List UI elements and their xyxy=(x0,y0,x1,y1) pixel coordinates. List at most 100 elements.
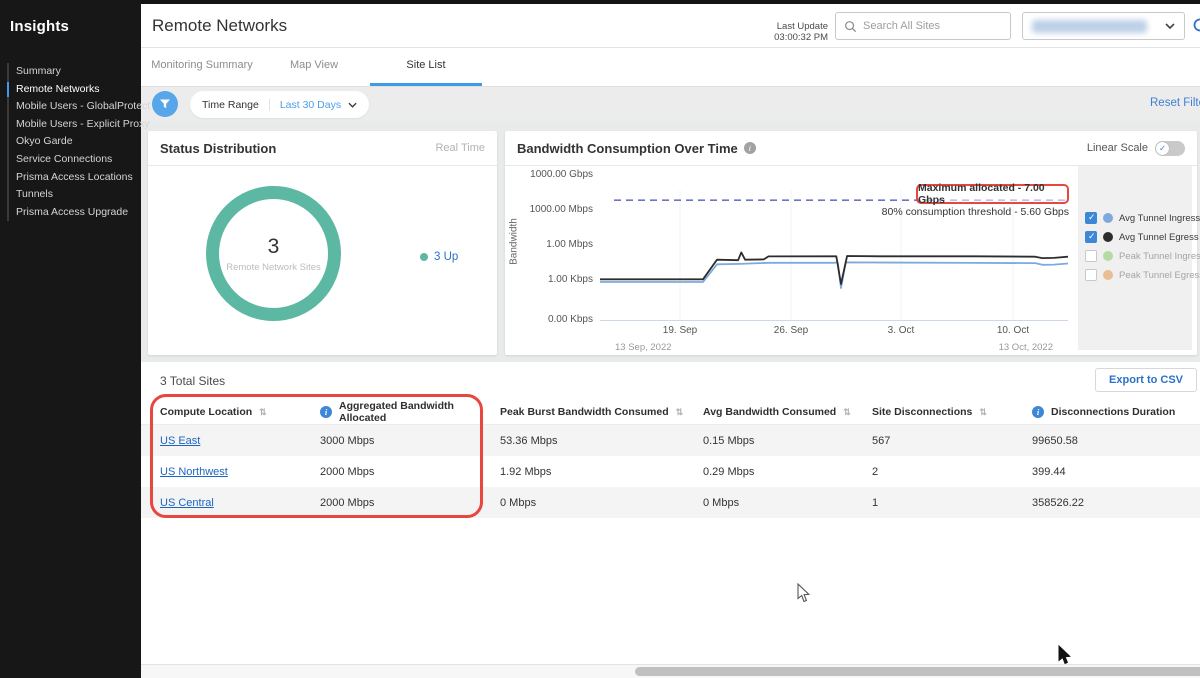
sidebar-item-service-connections[interactable]: Service Connections xyxy=(9,151,141,169)
cell-disconnections: 1 xyxy=(872,497,1032,509)
tab-monitoring-summary[interactable]: Monitoring Summary xyxy=(146,48,258,86)
status-card-title: Status Distribution xyxy=(160,141,276,156)
chart-legend: Avg Tunnel Ingress Avg Tunnel Egress Pea… xyxy=(1078,166,1192,350)
sidebar: Insights Summary Remote Networks Mobile … xyxy=(0,0,141,678)
page-title: Remote Networks xyxy=(152,16,287,36)
bandwidth-card-title: Bandwidth Consumption Over Time xyxy=(517,141,738,156)
column-header-peak-burst-bandwidth-consumed[interactable]: Peak Burst Bandwidth Consumed xyxy=(500,406,703,418)
legend-checkbox[interactable] xyxy=(1085,250,1097,262)
sort-icon[interactable] xyxy=(676,406,684,418)
real-time-badge: Real Time xyxy=(435,142,485,154)
legend-label: Peak Tunnel Ingress xyxy=(1119,251,1200,262)
status-card-header: Status Distribution Real Time xyxy=(148,131,497,166)
cell-disconnections: 567 xyxy=(872,435,1032,447)
info-icon[interactable] xyxy=(1032,406,1044,418)
horizontal-scrollbar xyxy=(141,664,1200,678)
reset-filters-link[interactable]: Reset Filters xyxy=(1150,97,1200,109)
series-color-dot-icon xyxy=(1103,251,1113,261)
account-dropdown[interactable] xyxy=(1022,12,1185,40)
linear-scale-label: Linear Scale xyxy=(1087,142,1148,154)
cell-disconnections: 2 xyxy=(872,466,1032,478)
cell-aggregated-bandwidth: 2000 Mbps xyxy=(320,466,500,478)
y-tick: 0.00 Kbps xyxy=(511,314,593,325)
x-range-end: 13 Oct, 2022 xyxy=(999,342,1053,353)
legend-label: Avg Tunnel Egress xyxy=(1119,232,1199,243)
site-link-us-northwest[interactable]: US Northwest xyxy=(160,466,228,478)
sidebar-title: Insights xyxy=(0,0,141,35)
column-header-disconnections-duration[interactable]: Disconnections Duration xyxy=(1032,406,1200,418)
bandwidth-card: Bandwidth Consumption Over Time Linear S… xyxy=(505,131,1197,355)
y-tick: 1.00 Mbps xyxy=(511,239,593,250)
legend-item-peak-tunnel-egress[interactable]: Peak Tunnel Egress xyxy=(1078,268,1192,282)
table-row: US Central 2000 Mbps 0 Mbps 0 Mbps 1 358… xyxy=(141,487,1200,518)
legend-item-peak-tunnel-ingress[interactable]: Peak Tunnel Ingress xyxy=(1078,249,1192,263)
sidebar-item-remote-networks[interactable]: Remote Networks xyxy=(9,81,141,99)
y-tick: 1000.00 Gbps xyxy=(511,169,593,180)
x-tick: 10. Oct xyxy=(997,325,1029,336)
refresh-icon[interactable] xyxy=(1192,17,1200,33)
search-box[interactable] xyxy=(835,12,1011,40)
y-tick: 1000.00 Mbps xyxy=(511,204,593,215)
sidebar-item-okyo-garde[interactable]: Okyo Garde xyxy=(9,133,141,151)
sidebar-item-prisma-access-locations[interactable]: Prisma Access Locations xyxy=(9,169,141,187)
sort-icon[interactable] xyxy=(259,406,267,418)
x-tick: 26. Sep xyxy=(774,325,808,336)
info-icon[interactable] xyxy=(320,406,332,418)
cell-aggregated-bandwidth: 3000 Mbps xyxy=(320,435,500,447)
table-row: US East 3000 Mbps 53.36 Mbps 0.15 Mbps 5… xyxy=(141,425,1200,456)
cell-peak-burst: 53.36 Mbps xyxy=(500,435,703,447)
last-update-text: Last Update 03:00:32 PM xyxy=(743,21,828,43)
up-status-dot-icon xyxy=(420,253,428,261)
legend-checkbox[interactable] xyxy=(1085,212,1097,224)
y-tick: 1.00 Kbps xyxy=(511,274,593,285)
sort-icon[interactable] xyxy=(979,406,987,418)
series-color-dot-icon xyxy=(1103,270,1113,280)
sidebar-item-summary[interactable]: Summary xyxy=(9,63,141,81)
scrollbar-thumb[interactable] xyxy=(635,667,1200,676)
legend-checkbox[interactable] xyxy=(1085,231,1097,243)
info-icon[interactable] xyxy=(744,142,756,154)
search-input[interactable] xyxy=(863,20,1002,32)
filter-bar: Time Range Last 30 Days Reset Filters xyxy=(141,86,1200,121)
column-header-aggregated-bandwidth-allocated[interactable]: Aggregated Bandwidth Allocated xyxy=(320,400,500,424)
legend-label: Peak Tunnel Egress xyxy=(1119,270,1200,281)
bandwidth-card-header: Bandwidth Consumption Over Time Linear S… xyxy=(505,131,1197,166)
legend-checkbox[interactable] xyxy=(1085,269,1097,281)
site-list-section: 3 Total Sites Export to CSV Compute Loca… xyxy=(141,362,1200,664)
legend-item-avg-tunnel-ingress[interactable]: Avg Tunnel Ingress xyxy=(1078,211,1192,225)
table-header-row: Compute Location Aggregated Bandwidth Al… xyxy=(141,400,1200,425)
column-header-compute-location[interactable]: Compute Location xyxy=(160,406,320,418)
sidebar-item-mobile-users-globalprotect[interactable]: Mobile Users - GlobalProtect xyxy=(9,98,141,116)
legend-item-avg-tunnel-egress[interactable]: Avg Tunnel Egress xyxy=(1078,230,1192,244)
chevron-down-icon xyxy=(348,102,357,108)
column-header-avg-bandwidth-consumed[interactable]: Avg Bandwidth Consumed xyxy=(703,406,872,418)
series-color-dot-icon xyxy=(1103,213,1113,223)
cell-peak-burst: 1.92 Mbps xyxy=(500,466,703,478)
page-header: Remote Networks Last Update 03:00:32 PM xyxy=(141,4,1200,48)
table-row: US Northwest 2000 Mbps 1.92 Mbps 0.29 Mb… xyxy=(141,456,1200,487)
status-donut-label: Remote Network Sites xyxy=(226,262,321,273)
tab-site-list[interactable]: Site List xyxy=(370,48,482,86)
status-donut-center: 3 Remote Network Sites xyxy=(206,186,341,321)
cell-avg-bandwidth: 0.15 Mbps xyxy=(703,435,872,447)
site-link-us-east[interactable]: US East xyxy=(160,435,200,447)
sort-icon[interactable] xyxy=(843,406,851,418)
sidebar-item-mobile-users-explicit-proxy[interactable]: Mobile Users - Explicit Proxy xyxy=(9,116,141,134)
x-axis-range: 13 Sep, 2022 13 Oct, 2022 xyxy=(600,342,1068,353)
sidebar-item-prisma-access-upgrade[interactable]: Prisma Access Upgrade xyxy=(9,204,141,222)
sidebar-item-tunnels[interactable]: Tunnels xyxy=(9,186,141,204)
status-legend: 3 Up xyxy=(420,251,458,263)
top-strip xyxy=(0,0,1200,4)
time-range-selector[interactable]: Time Range Last 30 Days xyxy=(190,91,369,118)
tab-map-view[interactable]: Map View xyxy=(258,48,370,86)
export-to-csv-button[interactable]: Export to CSV xyxy=(1095,368,1197,392)
cell-disconnections-duration: 358526.22 xyxy=(1032,497,1200,509)
site-link-us-central[interactable]: US Central xyxy=(160,497,214,509)
time-range-value: Last 30 Days xyxy=(270,99,348,111)
linear-scale-toggle[interactable] xyxy=(1155,141,1185,156)
funnel-icon xyxy=(159,98,171,110)
filter-button[interactable] xyxy=(152,91,178,117)
status-legend-up-link[interactable]: 3 Up xyxy=(434,251,458,263)
column-header-site-disconnections[interactable]: Site Disconnections xyxy=(872,406,1032,418)
legend-label: Avg Tunnel Ingress xyxy=(1119,213,1200,224)
